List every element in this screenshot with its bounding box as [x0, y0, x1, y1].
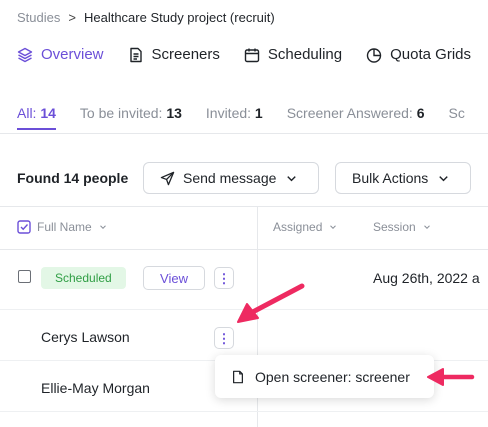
column-header-full-name[interactable]: Full Name — [17, 220, 108, 234]
chevron-down-icon — [99, 225, 106, 229]
filter-invited-label: Invited: — [205, 105, 252, 121]
chevron-down-icon — [423, 225, 430, 229]
annotation-arrow-icon — [237, 283, 305, 323]
tab-quota-grids[interactable]: Quota Grids — [366, 46, 471, 63]
send-icon — [160, 171, 175, 185]
participant-name[interactable]: Ellie-May Morgan — [41, 380, 150, 396]
annotation-arrow-icon — [427, 368, 475, 386]
filter-invited-count: 1 — [254, 105, 263, 121]
chevron-down-icon — [330, 225, 337, 229]
send-message-label: Send message — [183, 170, 277, 186]
filter-screener-answered[interactable]: Screener Answered: 6 — [287, 105, 425, 121]
filter-truncated-label: Sc — [448, 105, 465, 121]
more-vertical-icon: ⋮ — [217, 270, 231, 286]
row-divider — [0, 309, 488, 310]
chevron-down-icon — [439, 175, 449, 181]
select-all-checkbox-icon[interactable] — [17, 220, 31, 234]
layers-icon — [17, 47, 33, 62]
pie-chart-icon — [366, 47, 382, 63]
filter-all-count: 14 — [40, 105, 56, 121]
filters-divider — [0, 133, 488, 134]
filter-truncated[interactable]: Sc — [448, 105, 464, 121]
send-message-button[interactable]: Send message — [143, 162, 319, 194]
results-count: Found 14 people — [17, 170, 129, 186]
row-actions-button[interactable]: ⋮ — [214, 267, 234, 289]
tab-screeners[interactable]: Screeners — [128, 46, 220, 63]
row-actions-button[interactable]: ⋮ — [214, 327, 234, 349]
column-header-assigned-label: Assigned — [273, 220, 323, 234]
open-screener-menu-item[interactable]: Open screener: screener — [255, 369, 410, 385]
tab-scheduling[interactable]: Scheduling — [244, 46, 342, 63]
row-divider — [0, 411, 488, 412]
breadcrumb-studies-link[interactable]: Studies — [17, 10, 60, 25]
row-actions-menu: Open screener: screener — [215, 355, 434, 398]
filter-screener-answered-label: Screener Answered: — [286, 105, 413, 121]
chevron-down-icon — [287, 175, 297, 181]
more-vertical-icon: ⋮ — [217, 330, 231, 346]
breadcrumb: Studies > Healthcare Study project (recr… — [17, 10, 275, 25]
tab-scheduling-label: Scheduling — [267, 46, 343, 63]
document-icon — [129, 47, 142, 62]
chevron-right-icon: > — [68, 10, 76, 25]
status-filters: All: 14 To be invited: 13 Invited: 1 Scr… — [17, 105, 465, 130]
session-date: Aug 26th, 2022 a — [373, 270, 480, 286]
document-icon — [233, 370, 243, 383]
column-header-session-label: Session — [373, 220, 416, 234]
study-nav: Overview Screeners Scheduling Quota Grid… — [17, 46, 471, 63]
bulk-actions-button[interactable]: Bulk Actions — [335, 162, 471, 194]
filter-screener-answered-count: 6 — [416, 105, 425, 121]
column-header-session[interactable]: Session — [373, 220, 432, 234]
status-badge: Scheduled — [41, 267, 126, 289]
participant-name[interactable]: Cerys Lawson — [41, 329, 130, 345]
filter-all-label: All: — [17, 105, 37, 121]
calendar-icon — [244, 48, 260, 62]
column-header-assigned[interactable]: Assigned — [273, 220, 338, 234]
column-header-full-name-label: Full Name — [37, 220, 92, 234]
filter-all[interactable]: All: 14 — [17, 105, 56, 130]
filter-to-be-invited[interactable]: To be invited: 13 — [80, 105, 182, 121]
tab-screeners-label: Screeners — [151, 46, 220, 63]
breadcrumb-current: Healthcare Study project (recruit) — [83, 10, 275, 25]
filter-invited[interactable]: Invited: 1 — [206, 105, 263, 121]
filter-to-be-invited-label: To be invited: — [79, 105, 163, 121]
view-button[interactable]: View — [143, 266, 205, 290]
bulk-actions-label: Bulk Actions — [352, 170, 429, 186]
row-checkbox[interactable] — [18, 270, 31, 283]
tab-overview-label: Overview — [41, 46, 104, 63]
tab-quota-grids-label: Quota Grids — [390, 46, 471, 63]
tab-overview[interactable]: Overview — [17, 46, 104, 63]
filter-to-be-invited-count: 13 — [166, 105, 182, 121]
